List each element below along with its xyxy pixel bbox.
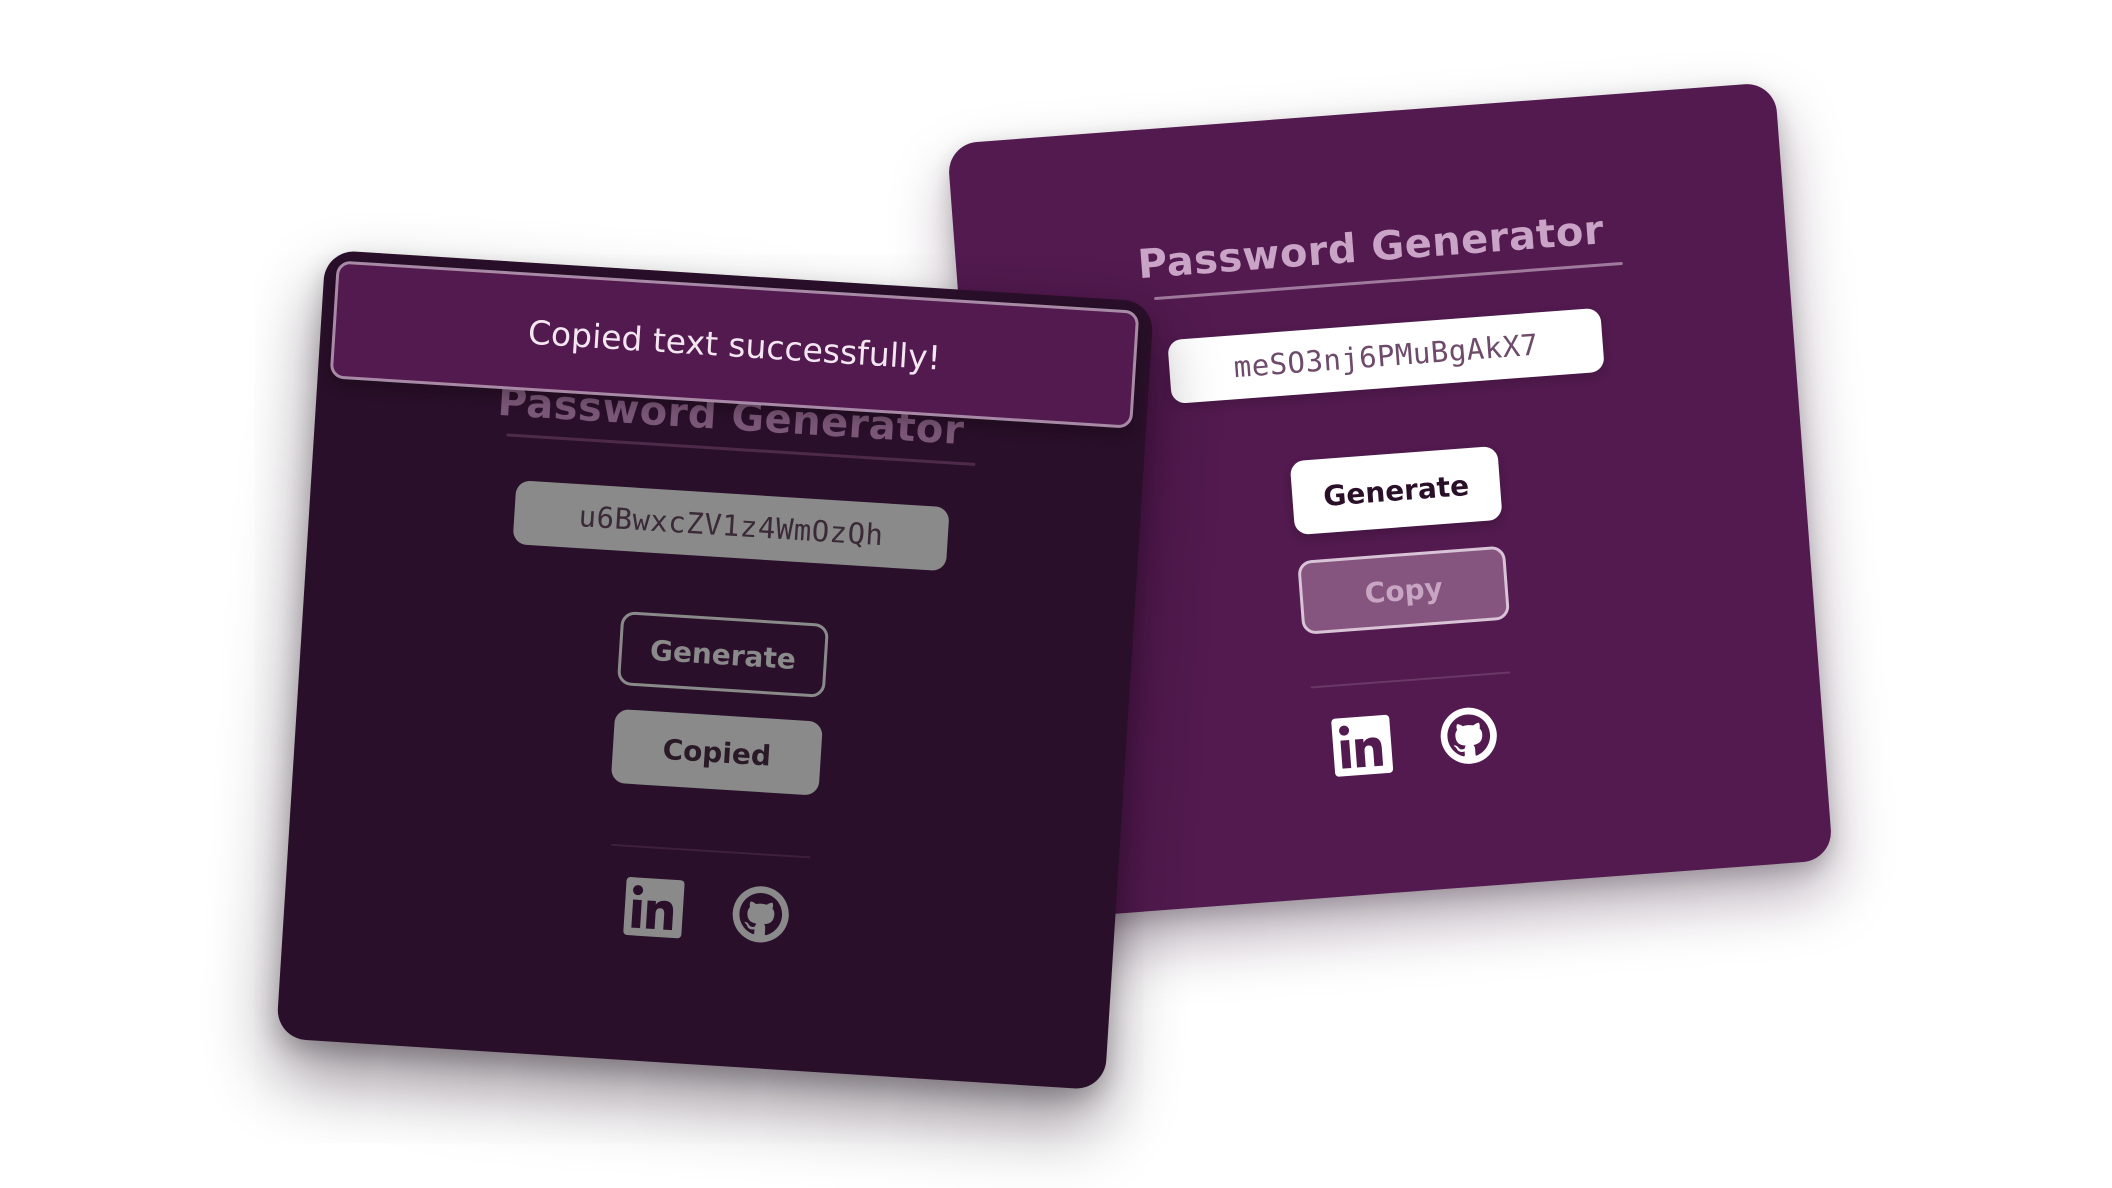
github-icon[interactable] [728,881,794,947]
password-display[interactable]: u6BwxcZV1z4WmOzQh [512,480,950,572]
generate-button[interactable]: Generate [616,611,830,698]
footer-divider [610,843,811,859]
linkedin-icon[interactable] [1329,713,1395,779]
password-display[interactable]: meSO3nj6PMuBgAkX7 [1167,307,1605,405]
footer-divider [1310,671,1511,689]
github-icon[interactable] [1436,703,1502,769]
generate-button[interactable]: Generate [1289,445,1503,536]
linkedin-icon[interactable] [621,875,687,941]
password-generator-card-copied: Password Generator u6BwxcZV1z4WmOzQh Gen… [276,249,1154,1091]
stage: Password Generator meSO3nj6PMuBgAkX7 Gen… [0,0,2112,1188]
card-content: Password Generator u6BwxcZV1z4WmOzQh Gen… [276,250,1154,1091]
copy-button[interactable]: Copy [1297,545,1511,635]
page-title: Password Generator [1136,207,1606,289]
copied-button[interactable]: Copied [610,708,823,796]
